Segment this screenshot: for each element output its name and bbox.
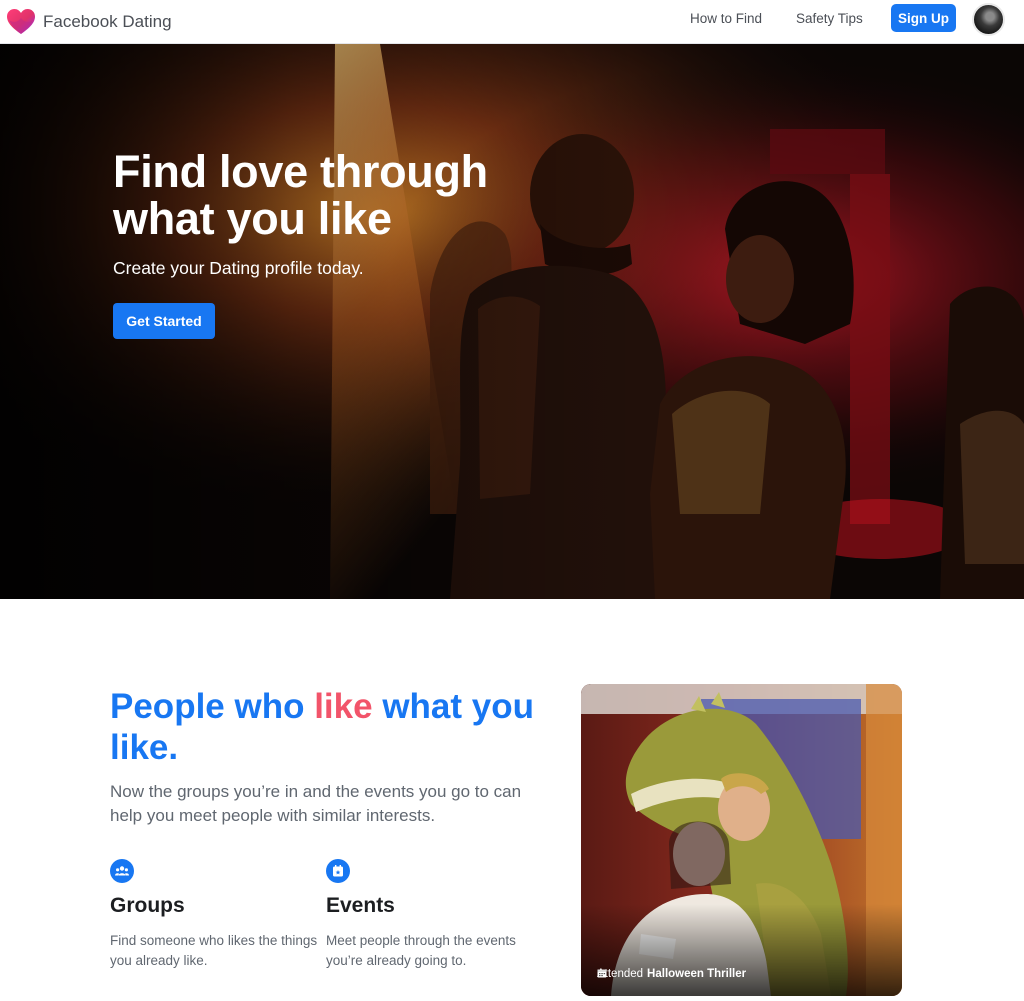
sign-up-button[interactable]: Sign Up: [891, 4, 956, 32]
nav-link-how-to-find[interactable]: How to Find: [690, 11, 762, 26]
events-description: Meet people through the events you’re al…: [326, 933, 516, 968]
top-navigation-bar: Facebook Dating How to Find Safety Tips …: [0, 0, 1024, 44]
event-photo-card: Attended Halloween Thriller: [581, 684, 902, 996]
hero-section: Find love through what you like Create y…: [0, 44, 1024, 599]
groups-description: Find someone who likes the things you al…: [110, 933, 318, 968]
hero-subtitle: Create your Dating profile today.: [113, 258, 364, 278]
groups-title: Groups: [110, 894, 185, 917]
groups-column: Groups Find someone who likes the things…: [110, 859, 325, 971]
feature-title-highlight: like: [314, 687, 373, 726]
feature-title: People who like what you like.: [110, 686, 540, 768]
groups-icon: [110, 859, 134, 883]
get-started-button[interactable]: Get Started: [113, 303, 215, 339]
groups-glyph-icon: [115, 866, 129, 876]
hero-title: Find love through what you like: [113, 146, 488, 244]
brand-name: Facebook Dating: [43, 12, 172, 31]
photo-caption: Attended Halloween Thriller: [597, 968, 746, 980]
avatar[interactable]: [972, 3, 1005, 36]
calendar-icon: [597, 969, 607, 978]
caption-event-name: Halloween Thriller: [647, 968, 747, 980]
feature-title-part1: People who: [110, 687, 315, 726]
feature-description: Now the groups you’re in and the events …: [110, 782, 522, 825]
event-photo-image: [581, 684, 902, 996]
events-column: Events Meet people through the events yo…: [326, 859, 541, 971]
nav-link-safety-tips[interactable]: Safety Tips: [796, 11, 863, 26]
events-title: Events: [326, 894, 395, 917]
events-icon: [326, 859, 350, 883]
brand[interactable]: Facebook Dating: [6, 7, 172, 37]
calendar-star-icon: [333, 865, 343, 877]
dating-heart-logo-icon: [7, 9, 35, 34]
